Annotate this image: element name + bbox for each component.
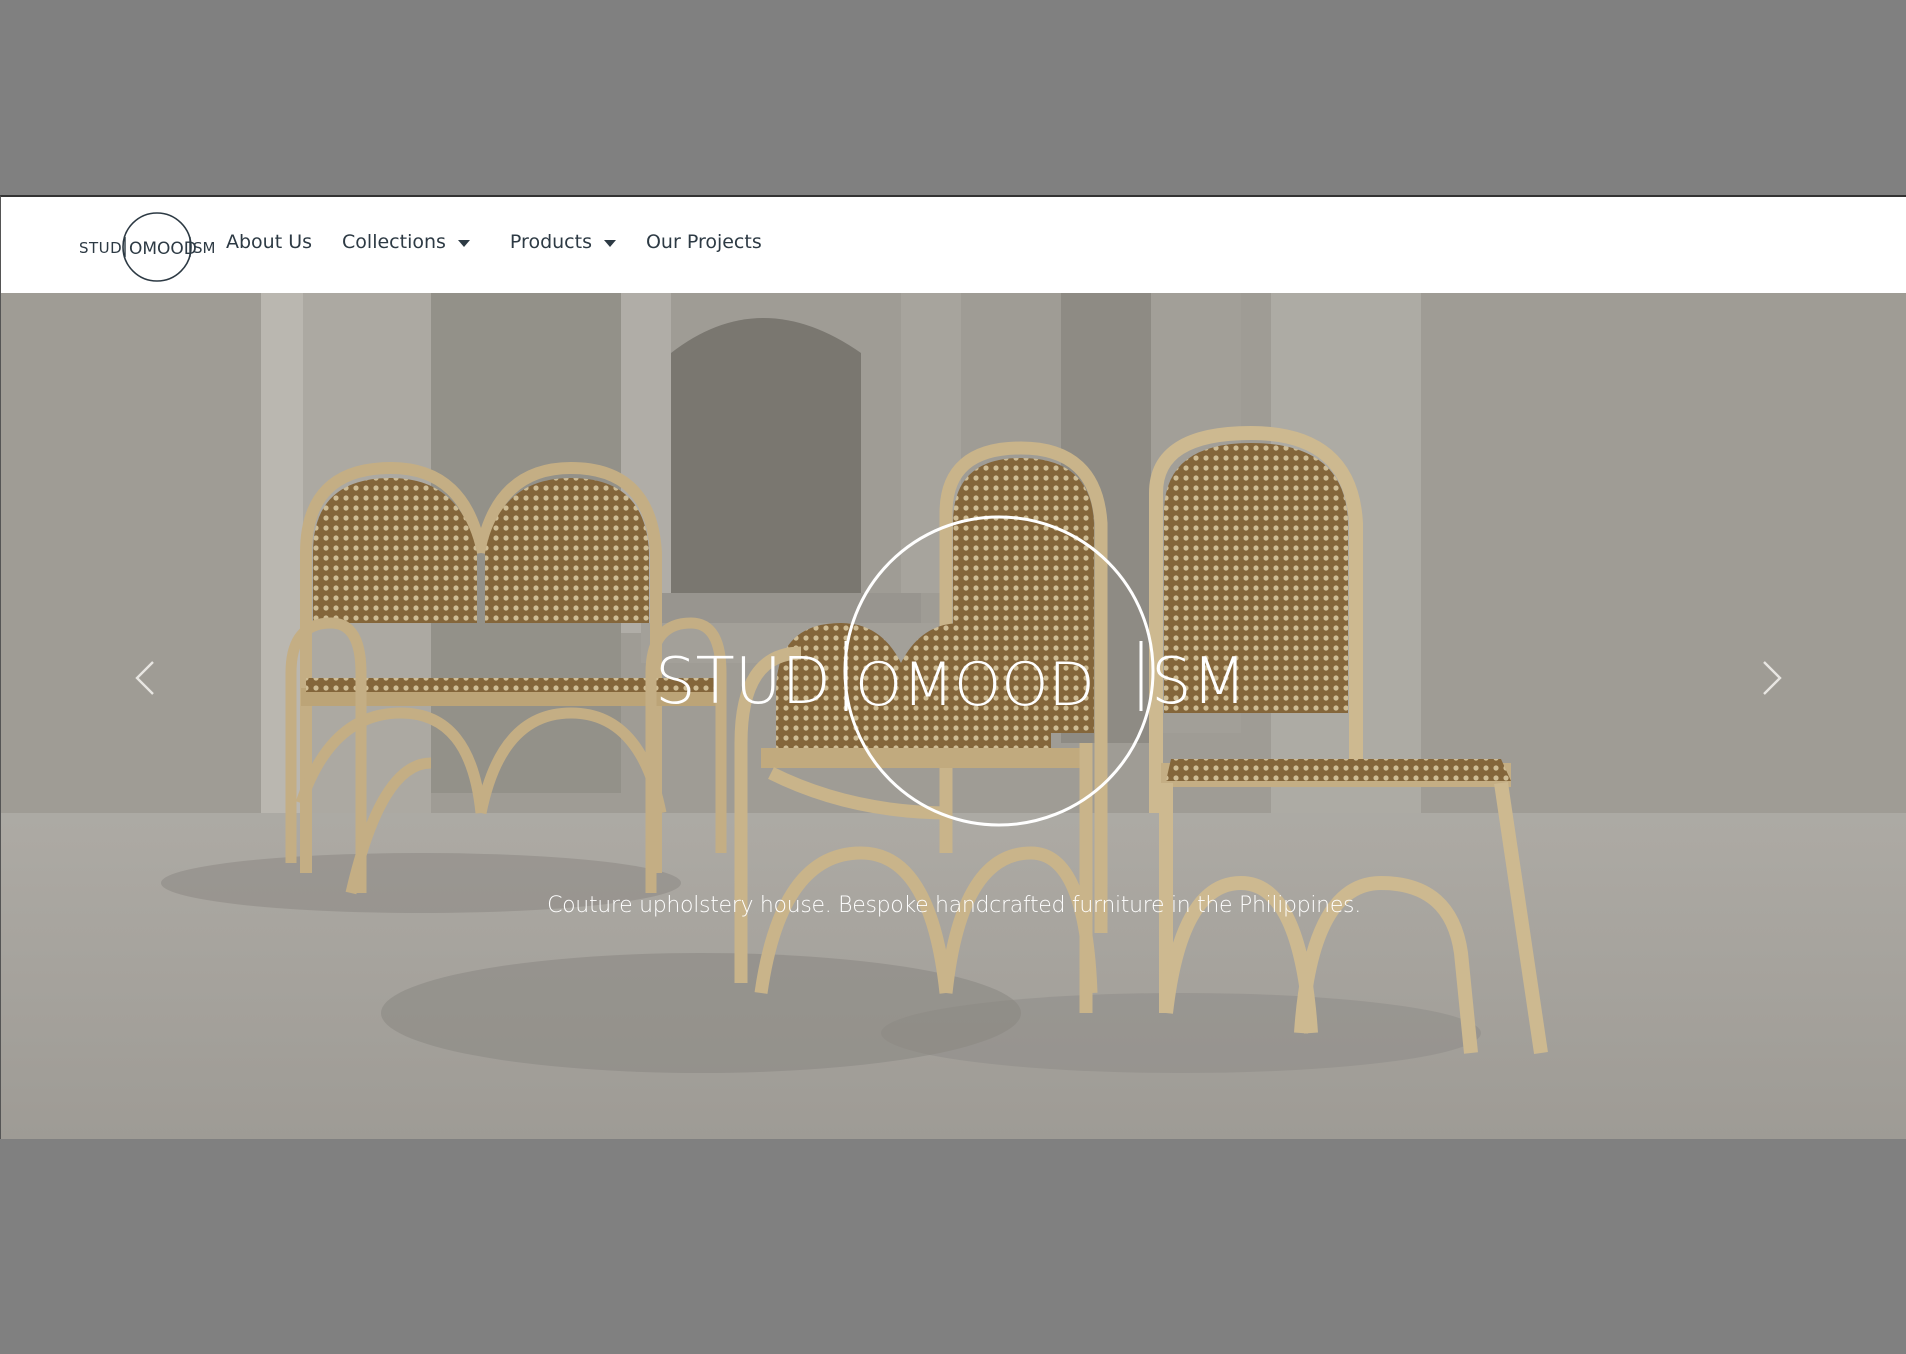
caret-down-icon bbox=[603, 239, 616, 247]
hero-tagline: Couture upholstery house. Bespoke handcr… bbox=[547, 893, 1361, 918]
carousel-next-button[interactable] bbox=[1742, 638, 1802, 718]
website-frame: STUD OMOOD SM About Us Collections Produ… bbox=[0, 195, 1906, 1139]
chevron-left-icon bbox=[135, 661, 154, 695]
hero-logo: STUD OMOOD SM bbox=[641, 511, 1261, 831]
brand-name-left: STUD bbox=[79, 239, 122, 257]
carousel-prev-button[interactable] bbox=[115, 638, 175, 718]
screenshot-backdrop: STUD OMOOD SM About Us Collections Produ… bbox=[0, 0, 1906, 1354]
nav-products-label: Products bbox=[509, 231, 592, 253]
nav-about-us[interactable]: About Us bbox=[226, 231, 312, 253]
nav-collections-dropdown[interactable]: Collections bbox=[342, 231, 470, 253]
nav-about-us-label: About Us bbox=[226, 231, 313, 253]
nav-our-projects-label: Our Projects bbox=[645, 231, 762, 253]
hero-logo-left: STUD bbox=[655, 645, 831, 719]
brand-name-middle: OMOOD bbox=[129, 239, 197, 259]
brand-name-right: SM bbox=[193, 239, 215, 257]
nav-links: About Us Collections Products Our Projec… bbox=[226, 231, 762, 253]
nav-products-dropdown[interactable]: Products bbox=[510, 231, 616, 253]
brand-logo[interactable]: STUD OMOOD SM bbox=[79, 211, 217, 283]
hero-carousel: STUD OMOOD SM Couture upholstery house. … bbox=[1, 293, 1906, 1139]
caret-down-icon bbox=[457, 239, 470, 247]
navbar: STUD OMOOD SM About Us Collections Produ… bbox=[1, 197, 1906, 293]
nav-our-projects[interactable]: Our Projects bbox=[646, 231, 762, 253]
hero-logo-middle: OMOOD bbox=[855, 650, 1095, 720]
chevron-right-icon bbox=[1763, 661, 1782, 695]
nav-collections-label: Collections bbox=[342, 231, 446, 253]
hero-logo-right: SM bbox=[1151, 645, 1247, 719]
